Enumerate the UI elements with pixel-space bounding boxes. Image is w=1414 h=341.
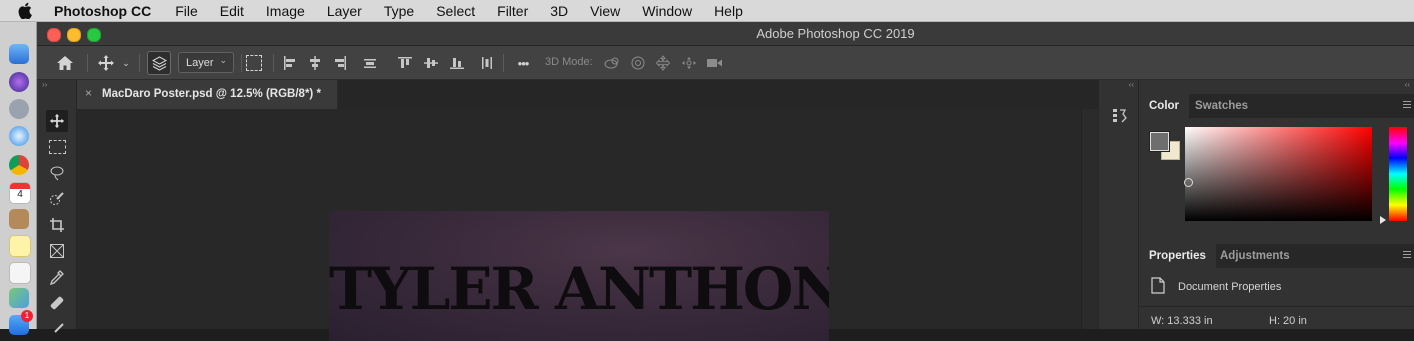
quick-selection-tool-icon[interactable] [46,188,68,210]
3d-roll-icon[interactable] [627,46,649,80]
hue-slider-handle[interactable] [1380,216,1386,224]
menu-select[interactable]: Select [436,3,475,19]
align-bottom-edges-icon[interactable] [447,46,467,80]
poster-artwork: TYLER ANTHONY [329,211,829,341]
menu-layer[interactable]: Layer [327,3,362,19]
close-tab-icon[interactable]: × [85,86,92,100]
menu-type[interactable]: Type [384,3,414,19]
hue-slider[interactable] [1389,127,1407,221]
expand-tools-icon[interactable]: ›› [42,80,47,89]
menu-view[interactable]: View [590,3,620,19]
brush-tool-icon[interactable] [46,318,68,340]
document-properties-label: Document Properties [1178,281,1282,293]
menu-file[interactable]: File [175,3,198,19]
poster-title-text: TYLER ANTHONY [329,255,829,323]
tools-panel: ›› [37,80,77,333]
move-tool-icon[interactable] [95,46,117,80]
contacts-icon[interactable] [9,209,29,229]
history-panel-icon[interactable] [1111,106,1129,124]
3d-slide-icon[interactable] [678,46,700,80]
distribute-horizontal-icon[interactable] [477,46,497,80]
collapse-dock-icon[interactable]: ‹‹ [1405,80,1410,89]
divider [1139,306,1414,307]
calendar-icon[interactable]: 4 [9,182,31,204]
tool-preset-chevron-icon[interactable]: ⌄ [120,46,132,80]
color-saturation-field[interactable] [1184,127,1372,221]
window-title: Adobe Photoshop CC 2019 [756,26,915,41]
color-panel-tabs: Color Swatches [1139,94,1414,118]
panel-menu-icon[interactable] [1403,101,1411,110]
siri-icon[interactable] [9,72,29,92]
properties-panel-tabs: Properties Adjustments [1139,244,1414,268]
auto-select-target-dropdown[interactable]: Layer ⌄ [178,52,234,73]
home-icon[interactable] [53,46,77,80]
document-width-value[interactable]: W: 13.333 in [1151,315,1213,327]
menu-help[interactable]: Help [714,3,743,19]
apple-logo-icon[interactable] [18,0,36,22]
document-tab[interactable]: × MacDaro Poster.psd @ 12.5% (RGB/8*) * [77,80,338,109]
menu-edit[interactable]: Edit [220,3,244,19]
menu-window[interactable]: Window [642,3,692,19]
separator [241,54,242,72]
options-bar: ⌄ Layer ⌄ ••• 3D Mode: [37,46,1414,80]
layer-select-value: Layer [186,56,214,69]
align-top-edges-icon[interactable] [395,46,415,80]
canvas-area[interactable]: TYLER ANTHONY [77,109,1081,341]
align-left-edges-icon[interactable] [280,46,300,80]
eyedropper-tool-icon[interactable] [46,266,68,288]
transform-controls-icon[interactable] [243,46,265,80]
chevron-down-icon: ⌄ [219,55,227,65]
3d-pan-icon[interactable] [652,46,674,80]
align-horizontal-centers-icon[interactable] [305,46,325,80]
separator [503,54,504,72]
launchpad-icon[interactable] [9,99,29,119]
finder-icon[interactable] [9,44,29,64]
auto-select-layers-icon[interactable] [147,46,171,80]
align-right-edges-icon[interactable] [330,46,350,80]
separator [139,54,140,72]
document-height-value[interactable]: H: 20 in [1269,315,1307,327]
frame-tool-icon[interactable] [46,240,68,262]
collapsed-panel-dock: ‹‹ [1098,80,1138,329]
foreground-color-swatch[interactable] [1149,131,1170,152]
tab-swatches[interactable]: Swatches [1185,94,1258,118]
right-panels: ‹‹ Color Swatches Properties Adjustments… [1138,80,1414,329]
document-tab-bar: × MacDaro Poster.psd @ 12.5% (RGB/8*) * [77,80,1098,109]
notes-icon[interactable] [9,235,31,257]
color-picker-cursor[interactable] [1184,178,1193,187]
dock: 4 1 [0,22,37,335]
menu-image[interactable]: Image [266,3,305,19]
safari-icon[interactable] [9,126,29,146]
align-vertical-centers-icon[interactable] [421,46,441,80]
mac-menubar: Photoshop CC File Edit Image Layer Type … [0,0,1414,22]
tab-color[interactable]: Color [1139,94,1190,118]
tab-properties[interactable]: Properties [1139,244,1216,268]
distribute-vertical-icon[interactable] [360,46,380,80]
lasso-tool-icon[interactable] [46,162,68,184]
menu-3d[interactable]: 3D [550,3,568,19]
window-titlebar: Adobe Photoshop CC 2019 [37,22,1414,46]
maps-icon[interactable] [9,288,29,308]
canvas-vertical-scrollbar[interactable] [1081,109,1098,329]
reminders-icon[interactable] [9,262,31,284]
marquee-tool-icon[interactable] [46,136,68,158]
crop-tool-icon[interactable] [46,214,68,236]
separator [273,54,274,72]
collapse-panels-icon[interactable]: ‹‹ [1129,80,1134,89]
chrome-icon[interactable] [9,155,29,175]
3d-orbit-icon[interactable] [601,46,623,80]
3d-mode-label: 3D Mode: [545,56,593,68]
app-store-icon[interactable]: 1 [9,310,33,335]
separator [87,54,88,72]
more-options-icon[interactable]: ••• [511,46,535,80]
3d-scale-camera-icon[interactable] [704,46,726,80]
healing-brush-tool-icon[interactable] [46,292,68,314]
move-tool-icon[interactable] [46,110,68,132]
document-tab-title: MacDaro Poster.psd @ 12.5% (RGB/8*) * [102,88,321,100]
document-icon [1151,277,1167,295]
panel-menu-icon[interactable] [1403,251,1411,260]
menu-photoshop[interactable]: Photoshop CC [54,3,151,19]
tab-adjustments[interactable]: Adjustments [1210,244,1300,268]
menu-filter[interactable]: Filter [497,3,528,19]
